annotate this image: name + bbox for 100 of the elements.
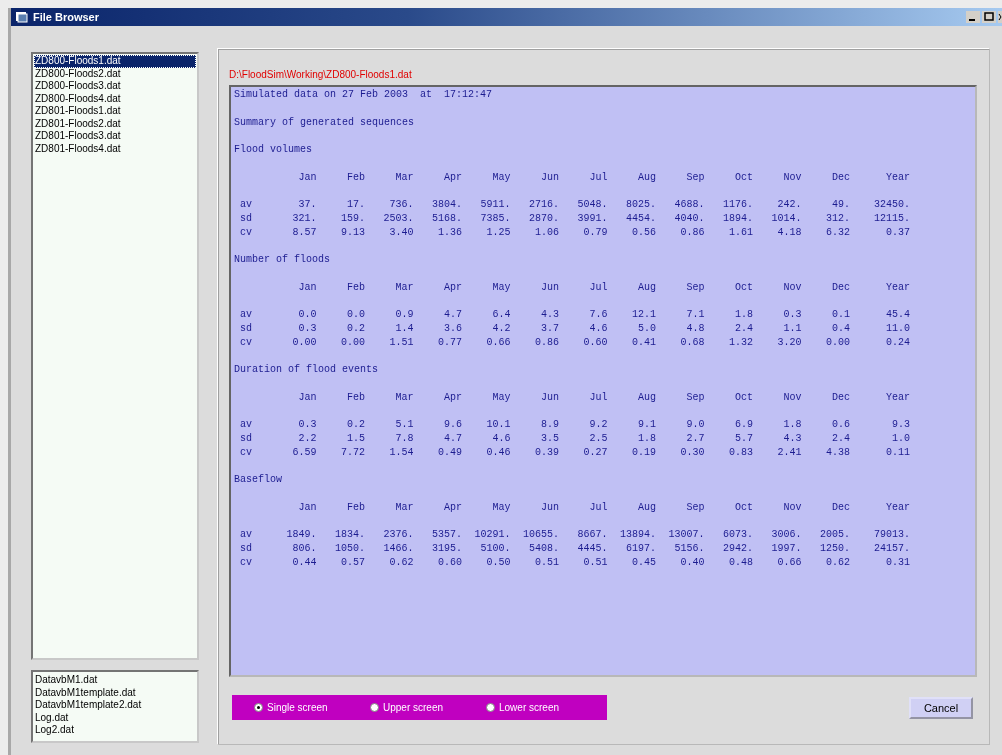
table-cell-text: 0.27 [582, 445, 608, 460]
table-cell-text: 10291. [473, 528, 511, 542]
radio-icon[interactable] [254, 703, 263, 712]
table-cell-text: 159. [340, 211, 365, 226]
table-cell-text: 9.1 [637, 418, 656, 432]
table-cell-text: 1250. [819, 541, 850, 556]
file-list-item[interactable]: DatavbM1template2.dat [34, 699, 196, 712]
table-cell-text: 12.1 [631, 308, 656, 322]
table-cell-text: 6.59 [291, 445, 317, 460]
table-cell-text: 0.49 [437, 445, 462, 460]
radio-label: Single screen [267, 702, 328, 713]
table-cell-text: 0.60 [582, 335, 608, 350]
table-cell-text: 5.0 [637, 321, 656, 336]
column-header: Feb [346, 280, 365, 295]
table-cell-text: 1.54 [388, 445, 414, 460]
column-header: Sep [685, 170, 705, 185]
file-list-item[interactable]: ZD801-Floods2.dat [34, 117, 196, 130]
table-cell-text: 1.8 [782, 418, 802, 432]
file-list-item[interactable]: DatavbM1template.dat [34, 686, 196, 699]
table-cell-text: 1849. [285, 528, 317, 542]
column-header: Mar [394, 280, 414, 295]
table-cell-text: 1834. [334, 528, 365, 542]
column-header: Jul [588, 390, 608, 405]
table-cell-text: 0.83 [728, 445, 753, 460]
table-cell-text: 0.62 [388, 555, 414, 570]
row-label: sd [239, 211, 253, 226]
table-cell-text: 9.6 [443, 418, 462, 432]
table-cell-text: 4.3 [782, 431, 802, 446]
file-list-item[interactable]: ZD801-Floods3.dat [34, 130, 196, 143]
table-cell-text: 1176. [722, 198, 753, 212]
table-cell-text: 45.4 [885, 308, 910, 322]
table-cell-text: 0.66 [485, 335, 511, 350]
radio-icon[interactable] [486, 703, 495, 712]
table-cell-text: 11.0 [885, 321, 910, 336]
table-cell-text: 2.2 [297, 431, 317, 446]
table-cell-text: 0.37 [885, 225, 910, 240]
column-header: Year [885, 390, 910, 405]
table-cell-text: 0.0 [346, 308, 365, 322]
table-cell-text: 0.4 [831, 321, 850, 336]
table-cell-text: 5911. [479, 198, 511, 212]
minimize-icon[interactable] [966, 11, 980, 23]
table-cell-text: 0.1 [831, 308, 850, 322]
file-list-item[interactable]: ZD801-Floods4.dat [34, 142, 196, 155]
table-cell-text: 8025. [625, 198, 656, 212]
table-cell-text: 1014. [770, 211, 802, 226]
file-list-item[interactable]: ZD800-Floods2.dat [34, 67, 196, 80]
view-option-radio[interactable]: Lower screen [486, 702, 602, 713]
file-list-item[interactable]: DatavbM1.dat [34, 674, 196, 687]
table-cell-text: 1.25 [485, 225, 511, 240]
table-cell-text: 3.5 [540, 431, 559, 446]
table-cell-text: 0.9 [394, 308, 414, 322]
table-cell-text: 5.7 [734, 431, 753, 446]
column-header: Apr [443, 280, 462, 295]
cancel-button[interactable]: Cancel [909, 696, 973, 719]
table-cell-text: 49. [831, 198, 850, 212]
table-cell-text: 5156. [673, 541, 705, 556]
column-header: Mar [394, 170, 414, 185]
table-cell-text: 32450. [873, 198, 910, 212]
view-option-radio[interactable]: Upper screen [370, 702, 486, 713]
section-title: Duration of flood events [234, 363, 379, 377]
table-cell-text: 0.39 [534, 445, 559, 460]
table-cell-text: 2870. [528, 211, 559, 226]
file-list-item[interactable]: Log2.dat [34, 724, 196, 737]
file-list-item[interactable]: ZD800-Floods1.dat [34, 55, 196, 68]
column-header: Aug [637, 500, 656, 515]
file-list-item[interactable]: ZD800-Floods4.dat [34, 92, 196, 105]
column-header: Jan [297, 170, 317, 185]
view-option-radio[interactable]: Single screen [254, 702, 370, 713]
table-cell-text: 0.86 [534, 335, 559, 350]
table-cell-text: 5.1 [394, 418, 414, 432]
table-cell-text: 1050. [334, 541, 365, 556]
table-cell-text: 3991. [576, 211, 608, 226]
column-header: Mar [394, 390, 414, 405]
column-header: Oct [734, 500, 753, 515]
table-cell-text: 1997. [770, 541, 802, 556]
column-header: Aug [637, 390, 656, 405]
table-cell-text: 4.6 [588, 321, 608, 336]
table-cell-text: 24157. [873, 541, 910, 556]
column-header: Jun [540, 500, 559, 515]
table-cell-text: 3.7 [540, 321, 559, 336]
file-list-item[interactable]: Log.dat [34, 711, 196, 724]
column-header: Aug [637, 280, 656, 295]
table-cell-text: 17. [346, 198, 365, 212]
file-list-item[interactable]: ZD801-Floods1.dat [34, 105, 196, 118]
table-cell-text: 4.38 [825, 445, 850, 460]
column-header: Apr [443, 500, 462, 515]
file-list-item[interactable]: ZD800-Floods3.dat [34, 80, 196, 93]
table-cell-text: 312. [825, 211, 850, 226]
column-header: Apr [443, 170, 462, 185]
table-cell-text: 0.3 [297, 321, 317, 336]
table-cell-text: 4.6 [491, 431, 511, 446]
row-label: cv [239, 225, 253, 240]
radio-icon[interactable] [370, 703, 379, 712]
table-cell-text: 4.18 [776, 225, 802, 240]
maximize-icon[interactable] [982, 11, 996, 23]
table-cell-text: 7.6 [588, 308, 608, 322]
table-cell-text: 5408. [528, 541, 559, 556]
table-cell-text: 4040. [673, 211, 705, 226]
column-header: Dec [831, 390, 850, 405]
file-path: D:\FloodSim\Working\ZD800-Floods1.dat [229, 69, 413, 82]
